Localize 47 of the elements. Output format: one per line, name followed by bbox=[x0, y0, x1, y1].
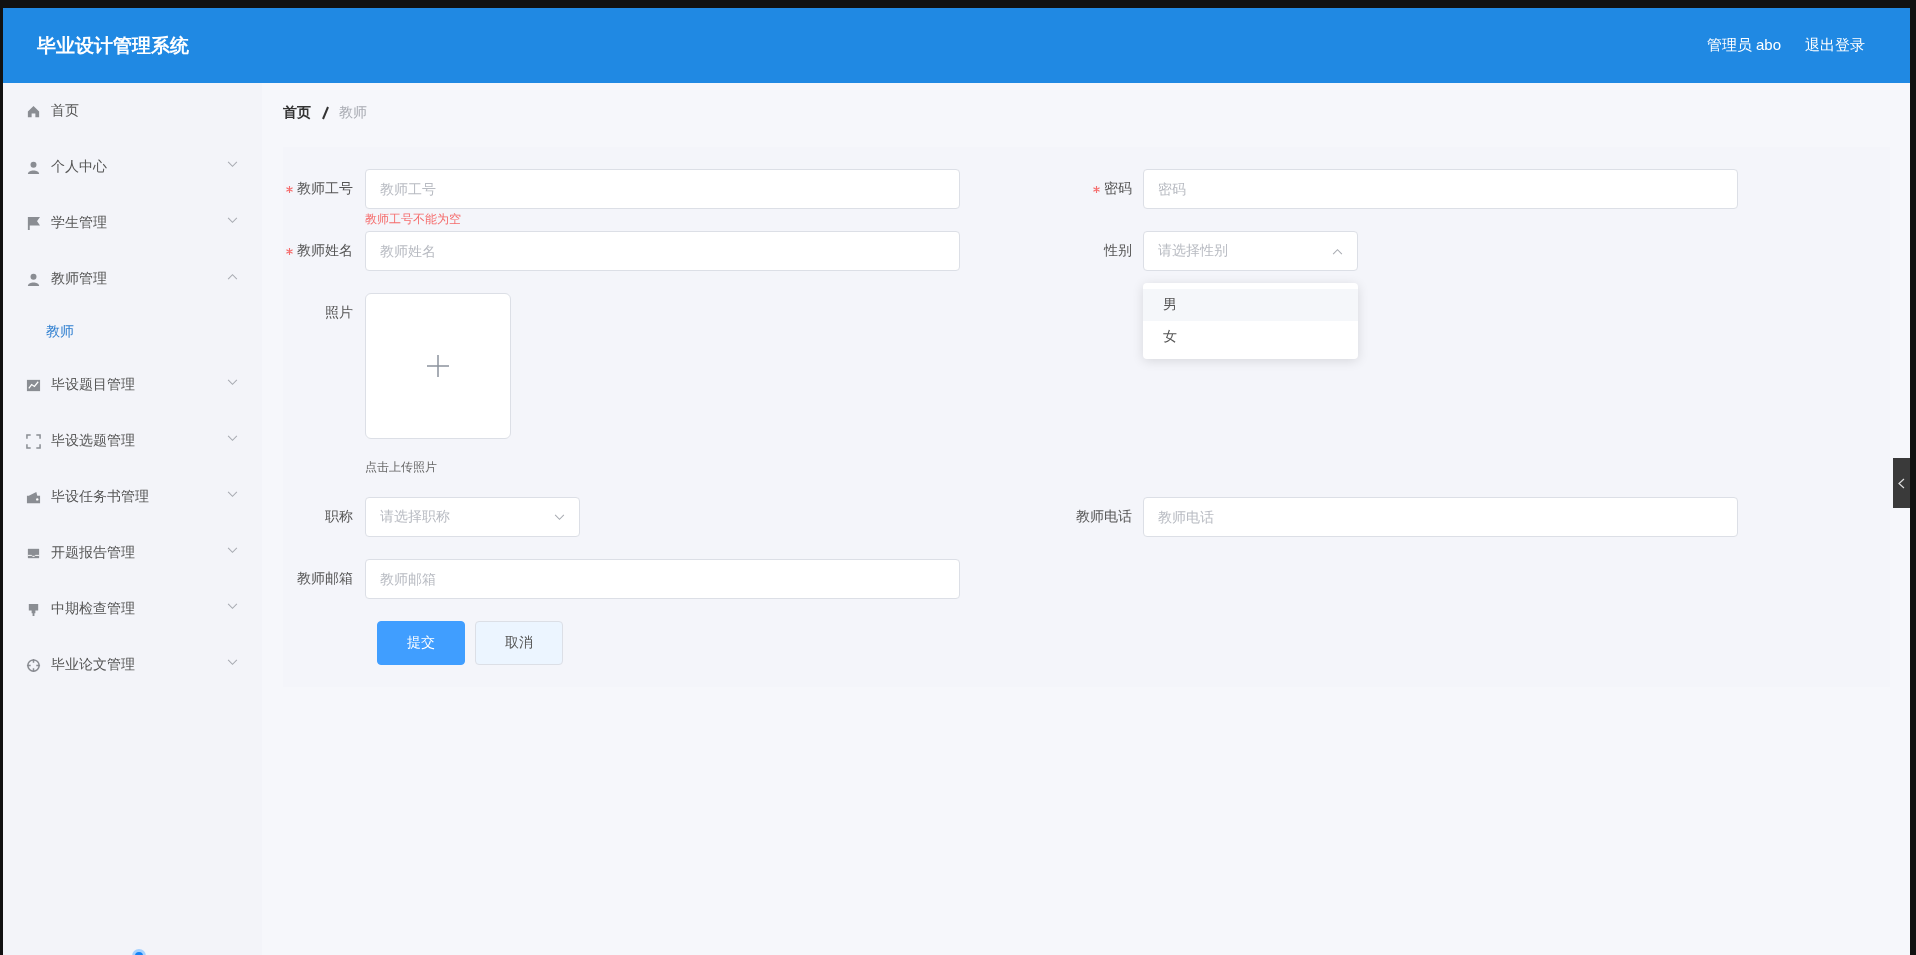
sidebar-item[interactable]: 教师管理 bbox=[3, 251, 262, 307]
text-input[interactable]: 教师邮箱 bbox=[365, 559, 960, 599]
sidebar-item[interactable]: 毕设题目管理 bbox=[3, 357, 262, 413]
collapse-handle[interactable] bbox=[1893, 458, 1910, 508]
text-input[interactable]: 教师电话 bbox=[1143, 497, 1738, 537]
text-input[interactable]: 教师姓名 bbox=[365, 231, 960, 271]
text-input[interactable]: 教师工号 bbox=[365, 169, 960, 209]
cancel-button[interactable]: 取消 bbox=[475, 621, 563, 665]
sidebar-item[interactable]: 个人中心 bbox=[3, 139, 262, 195]
error-message: 教师工号不能为空 bbox=[365, 211, 461, 228]
menu-icon bbox=[26, 271, 41, 287]
upload-hint: 点击上传照片 bbox=[365, 459, 438, 475]
sidebar-item[interactable]: 毕设选题管理 bbox=[3, 413, 262, 469]
chevron-icon bbox=[1898, 477, 1905, 489]
field-label: 密码 bbox=[1104, 180, 1132, 198]
menu-icon bbox=[26, 489, 41, 505]
sidebar-item[interactable]: 首页 bbox=[3, 83, 262, 139]
sidebar-subitem[interactable]: 教师 bbox=[3, 307, 262, 357]
sidebar-item[interactable]: 开题报告管理 bbox=[3, 525, 262, 581]
app-title: 毕业设计管理系统 bbox=[37, 33, 190, 58]
menu-icon bbox=[26, 657, 41, 673]
field-label: 教师邮箱 bbox=[297, 570, 353, 588]
breadcrumb-item: 教师 bbox=[339, 104, 367, 122]
menu-icon bbox=[26, 433, 41, 449]
field-label: 性别 bbox=[1104, 242, 1132, 260]
sidebar-item[interactable]: 毕业论文管理 bbox=[3, 637, 262, 693]
menu-icon bbox=[26, 215, 41, 231]
dropdown-option[interactable]: 男 bbox=[1143, 289, 1358, 321]
breadcrumb-item[interactable]: 首页 bbox=[283, 104, 311, 122]
menu-icon bbox=[26, 159, 41, 175]
menu-icon bbox=[26, 601, 41, 617]
menu-icon bbox=[26, 103, 41, 119]
sidebar-item[interactable]: 毕设任务书管理 bbox=[3, 469, 262, 525]
field-label: 照片 bbox=[325, 304, 353, 322]
sidebar-item[interactable]: 学生管理 bbox=[3, 195, 262, 251]
field-label: 教师工号 bbox=[297, 180, 353, 198]
field-label: 教师电话 bbox=[1076, 508, 1132, 526]
field-label: 教师姓名 bbox=[297, 242, 353, 260]
sidebar-item[interactable]: 中期检查管理 bbox=[3, 581, 262, 637]
menu-icon bbox=[26, 377, 41, 393]
text-input[interactable]: 密码 bbox=[1143, 169, 1738, 209]
logout-link[interactable]: 退出登录 bbox=[1805, 36, 1865, 55]
plus-icon bbox=[427, 355, 449, 377]
field-label: 职称 bbox=[325, 508, 353, 526]
separator-icon bbox=[321, 106, 329, 120]
user-name: 管理员 abo bbox=[1706, 36, 1781, 55]
dropdown-option[interactable]: 女 bbox=[1143, 321, 1358, 353]
